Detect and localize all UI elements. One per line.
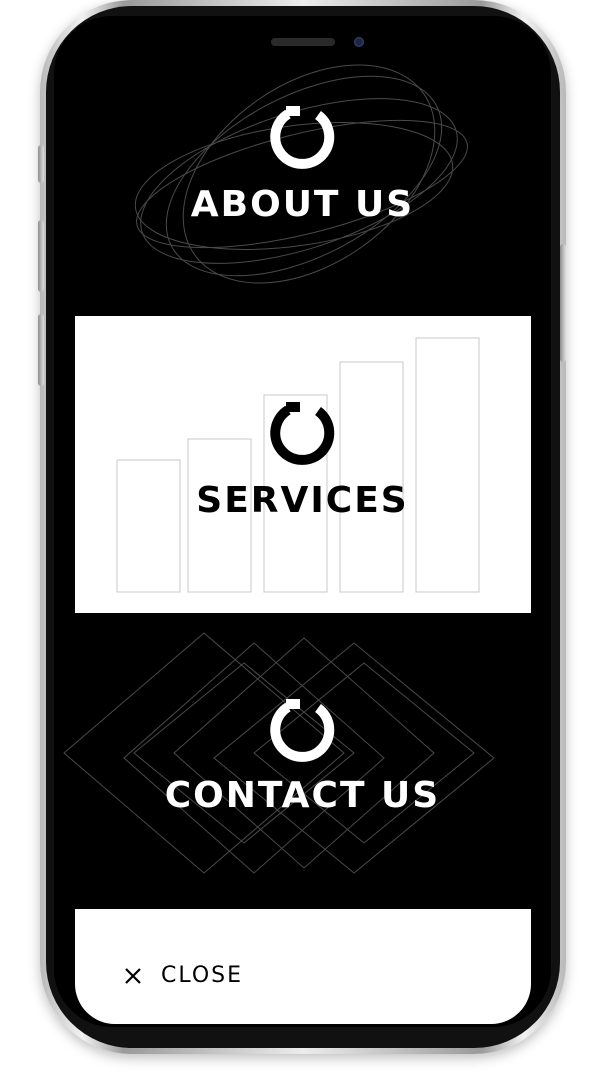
contact-us-panel[interactable]: CONTACT US (54, 613, 551, 909)
contact-us-label: CONTACT US (164, 775, 441, 816)
services-label: SERVICES (196, 480, 409, 521)
close-panel: CLOSE (54, 909, 551, 1027)
phone-side-button (38, 145, 44, 183)
front-camera (354, 37, 364, 47)
close-button[interactable]: CLOSE (123, 963, 243, 988)
phone-volume-up-button (38, 220, 44, 292)
phone-power-button (560, 244, 566, 362)
logo-ring-icon (270, 699, 335, 762)
close-label: CLOSE (161, 963, 244, 988)
logo-ring-icon (270, 106, 335, 169)
about-us-label: ABOUT US (190, 184, 415, 225)
phone-volume-down-button (38, 314, 44, 386)
close-icon (125, 967, 141, 984)
close-bar: CLOSE (75, 909, 531, 1024)
about-us-panel[interactable]: ABOUT US (54, 16, 551, 316)
logo-ring-icon (270, 402, 335, 465)
phone-screen: ABOUT US SERVICES CONTACT US CLOSE (54, 16, 551, 1027)
services-panel[interactable]: SERVICES (54, 316, 551, 613)
speaker-grille (271, 38, 335, 46)
